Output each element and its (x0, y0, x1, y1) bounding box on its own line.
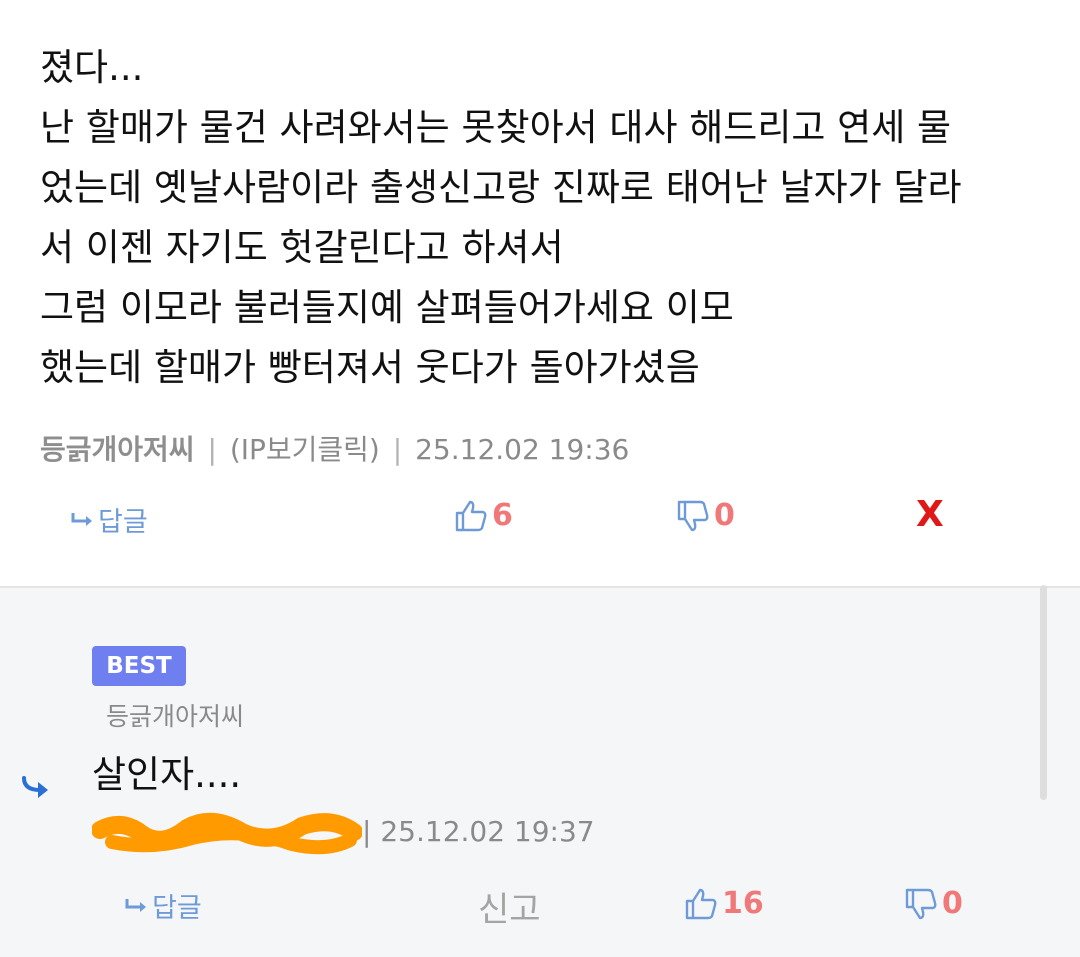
upvote-count: 6 (492, 498, 513, 533)
comment-meta: 등긁개아저씨 | (IP보기클릭) | 25.12.02 19:36 (40, 428, 629, 468)
comment-line: 난 할매가 물건 사려와서는 못찾아서 대사 해드리고 연세 물 (40, 106, 952, 149)
thumbs-down-icon (677, 500, 709, 531)
scrollbar[interactable] (1040, 585, 1047, 800)
best-badge: BEST (92, 646, 186, 686)
thumbs-up-icon (455, 500, 487, 531)
ip-view-link[interactable]: (IP보기클릭) (230, 433, 380, 466)
reply-label: 답글 (152, 893, 202, 924)
meta-separator: | (207, 433, 217, 466)
upvote-count: 16 (722, 886, 764, 921)
reply-timestamp: 25.12.02 19:37 (380, 815, 595, 848)
reply-arrow-icon (125, 898, 146, 912)
downvote-count: 0 (942, 886, 963, 921)
redaction-scribble (92, 813, 362, 855)
comment-author[interactable]: 등긁개아저씨 (40, 433, 195, 466)
report-button[interactable]: 신고 (478, 882, 541, 931)
downvote-count: 0 (714, 498, 735, 533)
meta-separator: | (392, 433, 403, 466)
reply-arrow-icon (71, 512, 92, 526)
reply-label: 답글 (98, 507, 148, 538)
reply-button[interactable]: 답글 (124, 886, 202, 925)
comment: 졌다... 난 할매가 물건 사려와서는 못찾아서 대사 해드리고 연세 물 었… (0, 0, 1080, 586)
downvote-button[interactable]: 0 (904, 886, 963, 921)
thumbs-up-icon (685, 888, 717, 919)
upvote-button[interactable]: 6 (454, 498, 513, 533)
reply-text: 살인자.... (92, 753, 242, 796)
comment-line: 그럼 이모라 불러들지예 살펴들어가세요 이모 (40, 286, 734, 329)
comment-line: 졌다... (40, 46, 144, 89)
comment-actions: 답글 6 0 X (0, 492, 1080, 542)
comment-body: 졌다... 난 할매가 물건 사려와서는 못찾아서 대사 해드리고 연세 물 었… (40, 38, 1050, 398)
reply-button[interactable]: 답글 (70, 500, 148, 539)
reply-to-author: 등긁개아저씨 (106, 702, 245, 731)
meta-separator: | (362, 815, 372, 848)
comment-line: 서 이젠 자기도 헛갈린다고 하셔서 (40, 226, 564, 269)
thumbs-down-icon (905, 888, 937, 919)
reply-meta: | 25.12.02 19:37 (362, 815, 595, 848)
report-button[interactable]: X (916, 494, 944, 535)
reply-indicator-icon (22, 776, 48, 798)
downvote-button[interactable]: 0 (676, 498, 735, 533)
comment-line: 었는데 옛날사람이라 출생신고랑 진짜로 태어난 날자가 달라 (40, 166, 962, 209)
comment-line: 했는데 할매가 빵터져서 웃다가 돌아가셨음 (40, 346, 700, 389)
comment-timestamp: 25.12.02 19:36 (415, 433, 630, 466)
upvote-button[interactable]: 16 (684, 886, 764, 921)
